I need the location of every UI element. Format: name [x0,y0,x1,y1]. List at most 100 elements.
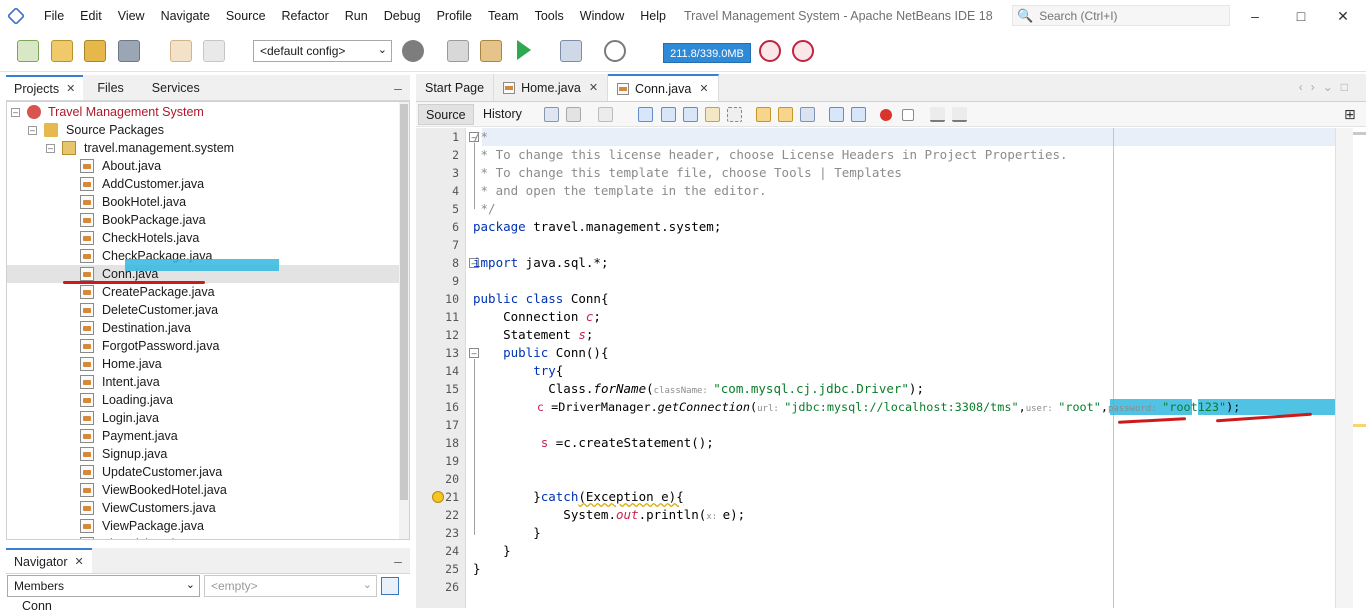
menu-run[interactable]: Run [337,0,376,32]
tab-projects[interactable]: Projects ✕ [6,75,84,100]
close-icon[interactable]: ✕ [589,75,598,101]
open-project-icon[interactable] [84,40,106,62]
minimize-panel-icon[interactable]: – [391,81,405,97]
new-project-icon[interactable] [51,40,73,62]
tab-navigator[interactable]: Navigator ✕ [6,548,92,573]
warning-bulb-icon[interactable] [432,491,444,503]
memory-meter[interactable]: 211.8/339.0MB [663,43,751,63]
scroll-thumb[interactable] [400,104,408,500]
tree-file-item[interactable]: ViewBookedHotel.java [7,481,399,499]
collapse-icon[interactable]: – [28,126,37,135]
menu-view[interactable]: View [110,0,153,32]
menu-window[interactable]: Window [572,0,632,32]
menu-profile[interactable]: Profile [429,0,480,32]
navigator-class-node[interactable]: Conn [22,599,52,613]
build-hammer-icon[interactable] [447,40,469,62]
redo-icon[interactable] [203,40,225,62]
gc-profile-icon[interactable] [792,40,814,62]
tab-files[interactable]: Files [83,75,137,100]
tree-file-item[interactable]: ViewTickets.java [7,535,399,539]
close-icon[interactable]: ✕ [66,78,75,100]
comment-icon[interactable] [930,107,945,122]
tab-scroll-arrows-icon[interactable]: ‹›⌄□ [1299,80,1356,94]
save-all-icon[interactable] [118,40,140,62]
tab-home-java[interactable]: Home.java ✕ [494,74,609,101]
split-editor-icon[interactable]: ⊞ [1344,107,1359,122]
record-macro-icon[interactable] [880,109,892,121]
stop-macro-icon[interactable] [902,109,914,121]
menu-edit[interactable]: Edit [72,0,110,32]
toggle-bookmark-icon[interactable] [800,107,815,122]
gc-icon[interactable] [759,40,781,62]
tree-file-item[interactable]: Login.java [7,409,399,427]
warning-stripe-mark[interactable] [1353,424,1366,427]
tree-file-item[interactable]: BookHotel.java [7,193,399,211]
tree-file-item[interactable]: ViewCustomers.java [7,499,399,517]
filter-dropdown[interactable]: <empty> ⌄ [204,575,377,597]
editor-scrollbar[interactable] [1335,128,1353,608]
tree-file-item[interactable]: Destination.java [7,319,399,337]
back-icon[interactable] [566,107,581,122]
collapse-icon[interactable]: – [46,144,55,153]
code-editor[interactable]: 1 2 3 4 5 6 7 8 9 10 11 12 13 14 15 16 17 18 19 20 21 22 23 24 2… [416,128,1366,608]
profile-project-icon[interactable] [604,40,626,62]
tree-file-item[interactable]: Intent.java [7,373,399,391]
new-file-icon[interactable] [17,40,39,62]
find-previous-icon[interactable] [661,107,676,122]
tab-history[interactable]: History [476,104,529,125]
run-project-icon[interactable] [517,40,531,60]
tree-file-item[interactable]: Home.java [7,355,399,373]
find-icon[interactable] [638,107,653,122]
clean-build-icon[interactable] [480,40,502,62]
tree-file-item[interactable]: Signup.java [7,445,399,463]
tree-file-item[interactable]: CreatePackage.java [7,283,399,301]
menu-help[interactable]: Help [632,0,674,32]
maximize-window-button[interactable]: □ [1278,0,1324,32]
debug-project-icon[interactable] [560,40,582,62]
ide-search-box[interactable]: 🔍 [1012,5,1230,26]
close-window-button[interactable]: ✕ [1320,0,1366,32]
menu-debug[interactable]: Debug [376,0,429,32]
forward-icon[interactable] [598,107,613,122]
tree-scrollbar[interactable] [399,102,409,539]
tree-file-item[interactable]: ViewPackage.java [7,517,399,535]
tab-start-page[interactable]: Start Page [416,74,495,101]
tree-file-item[interactable]: DeleteCustomer.java [7,301,399,319]
tree-file-item[interactable]: BookPackage.java [7,211,399,229]
find-next-icon[interactable] [683,107,698,122]
tab-services[interactable]: Services [138,75,214,100]
menu-navigate[interactable]: Navigate [153,0,218,32]
config-dropdown[interactable]: <default config> ⌄ [253,40,392,62]
menu-source[interactable]: Source [218,0,274,32]
tree-file-item[interactable]: AddCustomer.java [7,175,399,193]
last-edit-icon[interactable] [544,107,559,122]
next-bookmark-icon[interactable] [778,107,793,122]
shift-right-icon[interactable] [851,107,866,122]
close-icon[interactable]: ✕ [699,78,708,100]
tree-file-item[interactable]: UpdateCustomer.java [7,463,399,481]
close-icon[interactable]: ✕ [75,551,84,573]
tree-file-item[interactable]: Loading.java [7,391,399,409]
tree-file-item[interactable]: ForgotPassword.java [7,337,399,355]
tab-source[interactable]: Source [418,104,474,125]
annotation-stripe-mark[interactable] [1353,132,1366,135]
tree-project-node[interactable]: – Travel Management System [7,103,399,121]
search-input[interactable] [1039,8,1220,23]
collapse-icon[interactable]: – [11,108,20,117]
browser-globe-icon[interactable] [402,40,424,62]
menu-tools[interactable]: Tools [527,0,572,32]
tree-file-item[interactable]: About.java [7,157,399,175]
shift-left-icon[interactable] [829,107,844,122]
minimize-panel-icon[interactable]: – [391,554,405,570]
navigator-filter-icon[interactable] [381,577,399,595]
rect-select-icon[interactable] [727,107,742,122]
tree-file-item[interactable]: CheckHotels.java [7,229,399,247]
minimize-window-button[interactable]: – [1232,0,1278,32]
members-dropdown[interactable]: Members ⌄ [7,575,200,597]
uncomment-icon[interactable] [952,107,967,122]
highlight-icon[interactable] [705,107,720,122]
menu-file[interactable]: File [36,0,72,32]
tree-source-packages[interactable]: – Source Packages [7,121,399,139]
menu-team[interactable]: Team [480,0,527,32]
tree-file-item[interactable]: Payment.java [7,427,399,445]
